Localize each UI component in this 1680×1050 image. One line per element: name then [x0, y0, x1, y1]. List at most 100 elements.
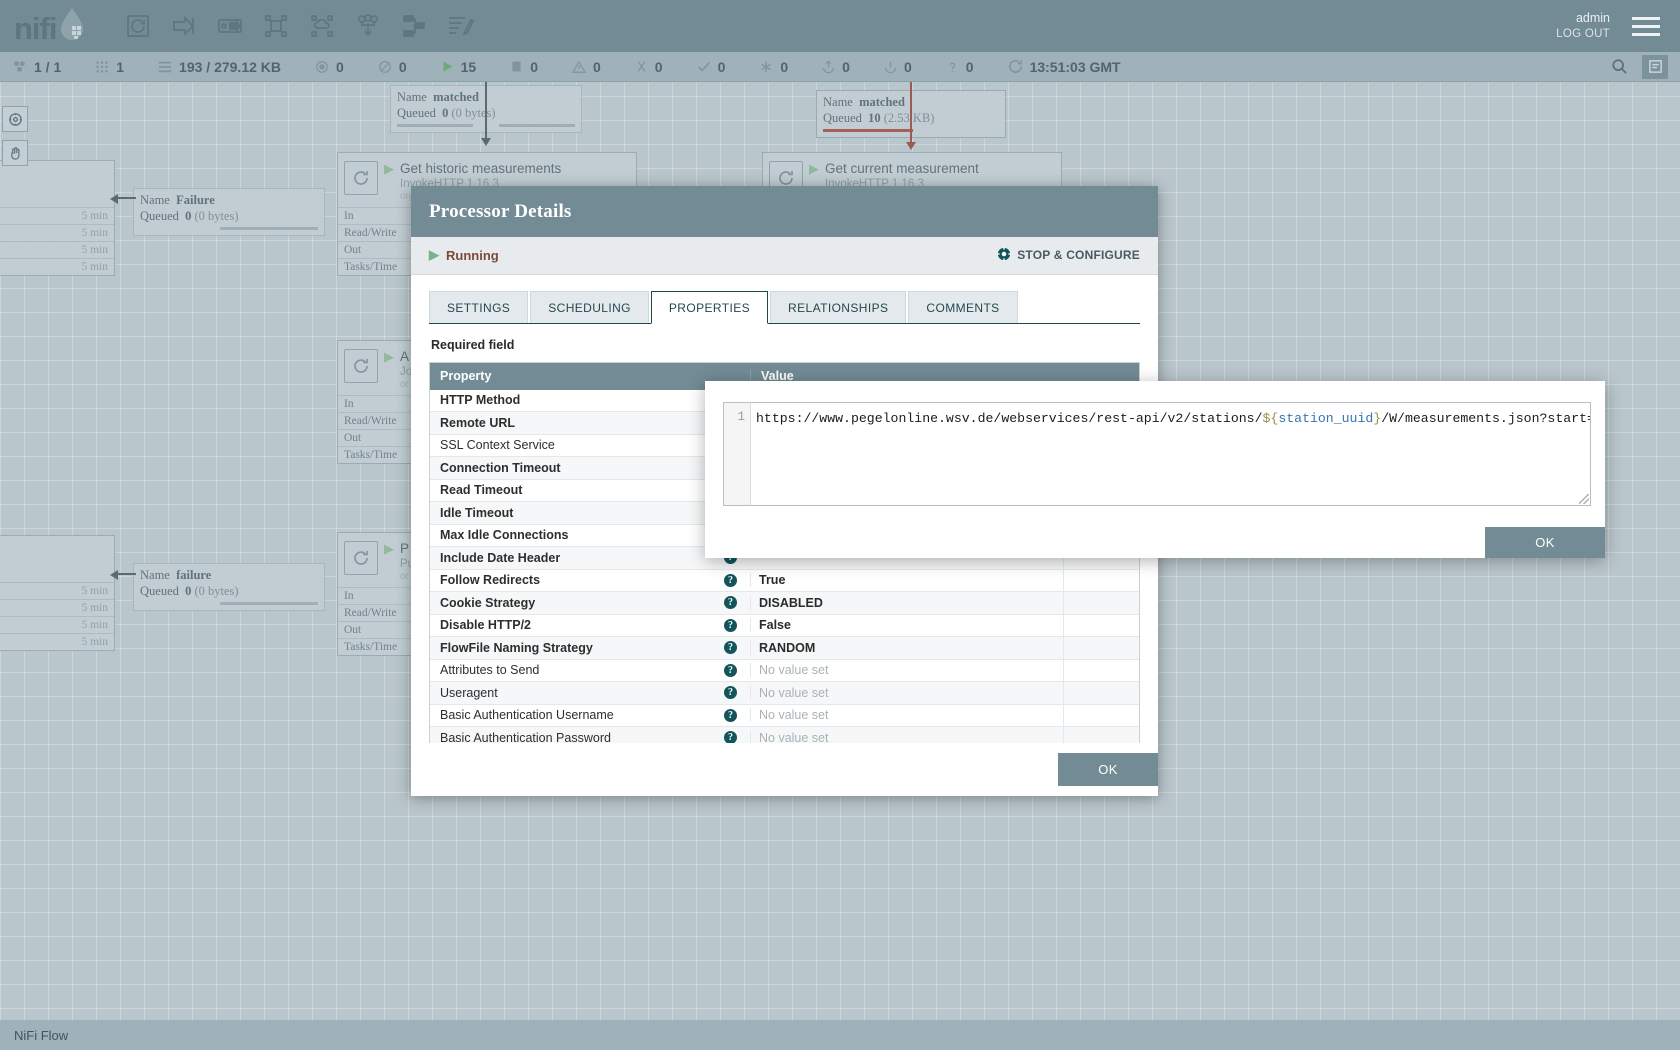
up-arrow-icon: [822, 60, 835, 74]
status-sync-failure-versions: 0: [946, 59, 974, 75]
column-header-property: Property: [430, 369, 750, 383]
property-action-cell[interactable]: [1063, 592, 1139, 614]
connection-failure-lower[interactable]: Name failure Queued 0 (0 bytes): [133, 563, 325, 611]
editor-value-text[interactable]: https://www.pegelonline.wsv.de/webservic…: [751, 403, 1590, 505]
property-label: Connection Timeout: [440, 461, 724, 475]
hand-tool-button[interactable]: [2, 140, 28, 166]
search-icon[interactable]: [1606, 55, 1632, 79]
property-value-cell[interactable]: DISABLED: [750, 596, 1063, 610]
table-row[interactable]: FlowFile Naming Strategy? RANDOM: [430, 637, 1139, 660]
connection-failure-upper[interactable]: Name Failure Queued 0 (0 bytes): [133, 188, 325, 236]
connection-queued-label: Queued: [140, 209, 179, 223]
tab-comments[interactable]: COMMENTS: [908, 291, 1017, 323]
processor-stat-row: 5 min: [0, 224, 114, 241]
status-value: 15: [461, 59, 477, 75]
property-action-cell[interactable]: [1063, 570, 1139, 592]
user-name: admin: [1556, 10, 1610, 26]
editor-ok-button[interactable]: OK: [1485, 527, 1605, 558]
help-icon[interactable]: ?: [724, 641, 737, 654]
help-icon[interactable]: ?: [724, 596, 737, 609]
global-menu-button[interactable]: [1626, 11, 1666, 42]
play-icon: [441, 60, 454, 73]
flow-breadcrumb[interactable]: NiFi Flow: [14, 1028, 68, 1043]
property-label: Cookie Strategy: [440, 596, 724, 610]
tab-properties[interactable]: PROPERTIES: [651, 291, 768, 324]
editor-footer: OK: [705, 506, 1605, 558]
property-name-cell: Attributes to Send?: [430, 663, 750, 677]
status-stopped-components: 0: [510, 59, 538, 75]
tab-scheduling[interactable]: SCHEDULING: [530, 291, 649, 323]
tab-settings[interactable]: SETTINGS: [429, 291, 528, 323]
help-icon[interactable]: ?: [724, 731, 737, 743]
property-value-cell[interactable]: No value set: [750, 686, 1063, 700]
stop-icon: [510, 60, 523, 73]
refresh-icon[interactable]: [1008, 59, 1023, 74]
table-row[interactable]: Disable HTTP/2?False: [430, 615, 1139, 638]
property-action-cell[interactable]: [1063, 615, 1139, 637]
table-row[interactable]: Cookie Strategy? DISABLED: [430, 592, 1139, 615]
status-value: 193 / 279.12 KB: [179, 59, 281, 75]
help-icon[interactable]: ?: [724, 709, 737, 722]
table-row[interactable]: Follow Redirects?True: [430, 570, 1139, 593]
connection-queued-size: (0 bytes): [195, 584, 239, 598]
property-value-cell[interactable]: False: [750, 618, 1063, 632]
help-icon[interactable]: ?: [724, 686, 737, 699]
processor-stat-row: 5 min: [0, 599, 114, 616]
property-label: Max Idle Connections: [440, 528, 724, 542]
status-value: 1: [116, 59, 124, 75]
dialog-ok-button[interactable]: OK: [1058, 753, 1158, 786]
tab-relationships[interactable]: RELATIONSHIPS: [770, 291, 906, 323]
property-label: FlowFile Naming Strategy: [440, 641, 724, 655]
label-tool[interactable]: [437, 6, 483, 46]
flow-arrow-head: [110, 570, 118, 580]
funnel-tool[interactable]: [345, 6, 391, 46]
status-queued-components: 1: [95, 59, 124, 75]
logout-link[interactable]: LOG OUT: [1556, 26, 1610, 42]
property-action-cell[interactable]: [1063, 705, 1139, 727]
help-icon[interactable]: ?: [724, 574, 737, 587]
value-editor-area[interactable]: 1 https://www.pegelonline.wsv.de/webserv…: [723, 402, 1591, 506]
editor-resize-handle[interactable]: [1579, 494, 1589, 504]
property-action-cell[interactable]: [1063, 682, 1139, 704]
status-value: 0: [842, 59, 850, 75]
input-port-tool[interactable]: [161, 6, 207, 46]
property-name-cell: Useragent?: [430, 686, 750, 700]
table-row[interactable]: Basic Authentication Password?No value s…: [430, 727, 1139, 743]
property-name-cell: SSL Context Service?: [430, 438, 750, 452]
connection-queued-count: 0: [185, 209, 191, 223]
table-row[interactable]: Attributes to Send?No value set: [430, 660, 1139, 683]
property-action-cell[interactable]: [1063, 637, 1139, 659]
editor-line-number: 1: [724, 403, 751, 505]
flow-arrow-head: [110, 194, 118, 204]
list-icon: [158, 60, 172, 74]
property-value-cell[interactable]: No value set: [750, 663, 1063, 677]
property-label: Basic Authentication Username: [440, 708, 724, 722]
property-value-cell[interactable]: No value set: [750, 708, 1063, 722]
bulletin-board-icon[interactable]: [1642, 55, 1668, 79]
help-icon[interactable]: ?: [724, 619, 737, 632]
property-action-cell[interactable]: [1063, 660, 1139, 682]
processor-offscreen-bottom[interactable]: 5 min 5 min 5 min 5 min: [0, 535, 115, 651]
status-bar: 1 / 1 1 193 / 279.12 KB 0 0 15 0 0: [0, 52, 1680, 82]
property-name-cell: Disable HTTP/2?: [430, 618, 750, 632]
property-value-cell[interactable]: True: [750, 573, 1063, 587]
processor-tool[interactable]: [115, 6, 161, 46]
remote-process-group-tool[interactable]: [299, 6, 345, 46]
template-tool[interactable]: [391, 6, 437, 46]
property-value-cell[interactable]: No value set: [750, 731, 1063, 743]
output-port-tool[interactable]: [207, 6, 253, 46]
birdseye-toggle-button[interactable]: [2, 106, 28, 132]
table-row[interactable]: Useragent?No value set: [430, 682, 1139, 705]
table-row[interactable]: Basic Authentication Username? No value s…: [430, 705, 1139, 728]
stop-and-configure-button[interactable]: STOP & CONFIGURE: [997, 247, 1140, 264]
property-value-cell[interactable]: RANDOM: [750, 641, 1063, 655]
processor-offscreen-top[interactable]: 5 min 5 min 5 min 5 min: [0, 160, 115, 276]
property-action-cell[interactable]: [1063, 727, 1139, 743]
help-icon[interactable]: ?: [724, 664, 737, 677]
process-group-tool[interactable]: [253, 6, 299, 46]
connection-name-value: matched: [859, 95, 905, 109]
property-label: Attributes to Send: [440, 663, 724, 677]
status-value: 0: [655, 59, 663, 75]
nifi-droplet-icon: [59, 7, 85, 46]
connection-queued-count: 10: [868, 111, 881, 125]
